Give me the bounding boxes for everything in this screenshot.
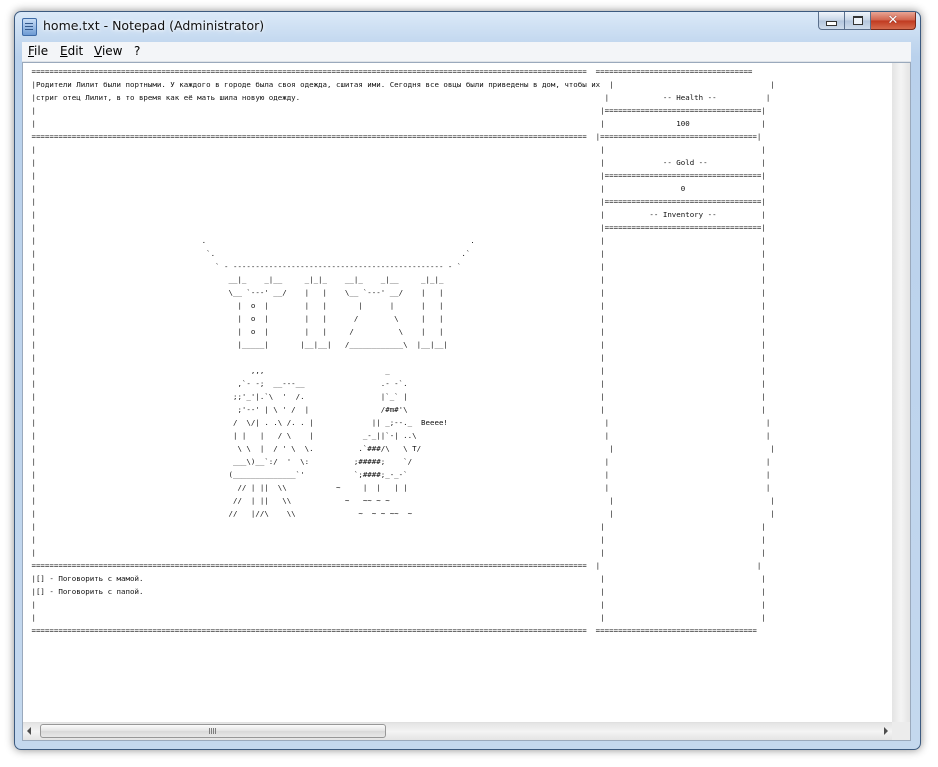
- minimize-button[interactable]: [818, 12, 845, 30]
- vertical-scrollbar[interactable]: [892, 63, 910, 723]
- maximize-button[interactable]: [845, 12, 871, 30]
- scroll-left-icon[interactable]: [27, 727, 31, 735]
- menu-view[interactable]: View: [94, 44, 122, 58]
- scrollbar-corner: [892, 722, 910, 740]
- maximize-icon: [852, 16, 863, 25]
- title-bar[interactable]: home.txt - Notepad (Administrator) ✕: [15, 12, 920, 42]
- minimize-icon: [826, 21, 837, 26]
- close-button[interactable]: ✕: [871, 12, 916, 30]
- notepad-icon[interactable]: [22, 18, 37, 36]
- editor-area: ========================================…: [22, 62, 911, 741]
- window-controls: ✕: [818, 12, 916, 31]
- menu-help[interactable]: ?: [134, 44, 140, 58]
- document-text[interactable]: ========================================…: [27, 65, 774, 637]
- window-title: home.txt - Notepad (Administrator): [43, 18, 265, 33]
- notepad-window: home.txt - Notepad (Administrator) ✕ Fil…: [14, 11, 921, 750]
- text-editor[interactable]: ========================================…: [23, 63, 892, 723]
- horizontal-scrollbar[interactable]: [23, 722, 892, 740]
- close-icon: ✕: [887, 13, 899, 28]
- menu-bar: File Edit View ?: [22, 42, 911, 62]
- menu-file[interactable]: File: [28, 44, 48, 58]
- scroll-right-icon[interactable]: [884, 727, 888, 735]
- grip-icon: [209, 728, 210, 734]
- menu-edit[interactable]: Edit: [60, 44, 83, 58]
- horizontal-scroll-thumb[interactable]: [40, 724, 386, 738]
